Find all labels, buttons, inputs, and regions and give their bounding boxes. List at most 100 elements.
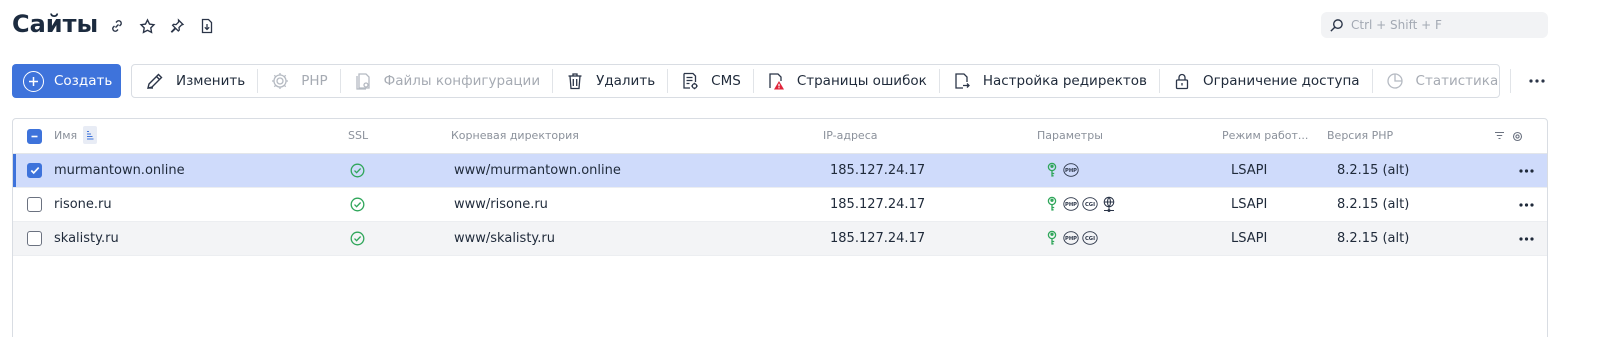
lock-icon [1171, 70, 1193, 92]
svg-text:CGI: CGI [1085, 236, 1095, 242]
redirects-label: Настройка редиректов [982, 73, 1147, 89]
root-directory: www/risone.ru [454, 197, 548, 212]
php-button[interactable]: PHP [257, 65, 339, 97]
table-row[interactable]: murmantown.online www/murmantown.online … [13, 154, 1547, 188]
star-icon[interactable] [136, 15, 158, 37]
php-icon: PHP [1063, 230, 1079, 246]
mode: LSAPI [1231, 163, 1268, 178]
php-version: 8.2.15 (alt) [1337, 231, 1410, 246]
mode: LSAPI [1231, 197, 1268, 212]
php-icon: PHP [1063, 196, 1079, 212]
row-checkbox[interactable] [27, 231, 42, 246]
column-mode[interactable]: Режим работ... [1222, 129, 1308, 142]
title-actions [106, 15, 218, 37]
create-button[interactable]: Создать [12, 64, 121, 98]
toolbar-more-button[interactable] [1510, 65, 1564, 97]
ssl-ok-icon [350, 197, 365, 212]
statistics-button[interactable]: Статистика [1371, 65, 1511, 97]
access-restriction-button[interactable]: Ограничение доступа [1158, 65, 1372, 97]
create-button-label: Создать [54, 73, 113, 89]
download-icon[interactable] [196, 15, 218, 37]
parameters: PHP CGI [1044, 196, 1117, 212]
filter-icon[interactable] [1493, 130, 1505, 142]
table-row[interactable]: skalisty.ru www/skalisty.ru 185.127.24.1… [13, 222, 1547, 256]
delete-button[interactable]: Удалить [552, 65, 667, 97]
redirects-button[interactable]: Настройка редиректов [938, 65, 1159, 97]
redirect-icon [951, 70, 973, 92]
search-box[interactable] [1321, 12, 1548, 38]
search-icon [1327, 16, 1345, 34]
statistics-label: Статистика [1415, 73, 1499, 89]
php-version: 8.2.15 (alt) [1337, 197, 1410, 212]
ssl-ok-icon [350, 231, 365, 246]
more-horizontal-icon [1526, 70, 1548, 92]
ssl-key-icon [1044, 162, 1060, 178]
column-php-version[interactable]: Версия PHP [1327, 129, 1393, 142]
ip-address: 185.127.24.17 [830, 163, 926, 178]
trash-icon [564, 70, 586, 92]
php-version: 8.2.15 (alt) [1337, 163, 1410, 178]
pin-icon[interactable] [166, 15, 188, 37]
ip-address: 185.127.24.17 [830, 231, 926, 246]
parameters: PHP CGI [1044, 230, 1098, 246]
config-files-icon [352, 70, 374, 92]
access-restriction-label: Ограничение доступа [1202, 73, 1360, 89]
toolbar: Изменить PHP Файлы конфигурации Удалить … [131, 64, 1545, 98]
sites-table: Имя SSL Корневая директория IP-адреса Па… [12, 118, 1548, 337]
network-icon [1101, 196, 1117, 212]
error-pages-icon [765, 70, 787, 92]
ssl-key-icon [1044, 196, 1060, 212]
root-directory: www/skalisty.ru [454, 231, 555, 246]
parameters: PHP [1044, 162, 1079, 178]
row-checkbox[interactable] [27, 163, 42, 178]
site-name[interactable]: skalisty.ru [54, 231, 119, 246]
table-header: Имя SSL Корневая директория IP-адреса Па… [13, 119, 1547, 154]
svg-text:PHP: PHP [1065, 236, 1077, 242]
cms-icon [679, 70, 701, 92]
ssl-ok-icon [350, 163, 365, 178]
column-ip-addresses[interactable]: IP-адреса [823, 129, 878, 142]
php-icon: PHP [1063, 162, 1079, 178]
page-title: Сайты [12, 10, 99, 38]
cms-label: CMS [711, 73, 741, 89]
config-files-label: Файлы конфигурации [383, 73, 541, 89]
column-parameters[interactable]: Параметры [1037, 129, 1103, 142]
php-label: PHP [301, 73, 328, 89]
sort-icon[interactable] [83, 126, 97, 144]
column-name[interactable]: Имя [54, 129, 77, 142]
pie-chart-icon [1384, 70, 1406, 92]
site-name[interactable]: risone.ru [54, 197, 112, 212]
gear-icon [269, 70, 291, 92]
header-tools [1493, 130, 1523, 142]
svg-text:PHP: PHP [1065, 202, 1077, 208]
search-input[interactable] [1351, 18, 1541, 32]
link-icon[interactable] [106, 15, 128, 37]
pencil-icon [144, 70, 166, 92]
edit-label: Изменить [176, 73, 246, 89]
error-pages-label: Страницы ошибок [796, 73, 927, 89]
svg-text:PHP: PHP [1065, 168, 1077, 174]
plus-icon [23, 70, 44, 92]
site-name[interactable]: murmantown.online [54, 163, 185, 178]
cms-button[interactable]: CMS [667, 65, 753, 97]
column-root-directory[interactable]: Корневая директория [451, 129, 579, 142]
cgi-icon: CGI [1082, 196, 1098, 212]
delete-label: Удалить [596, 73, 656, 89]
column-ssl[interactable]: SSL [348, 129, 368, 142]
table-row[interactable]: risone.ru www/risone.ru 185.127.24.17 PH… [13, 188, 1547, 222]
mode: LSAPI [1231, 231, 1268, 246]
row-more-icon[interactable] [1515, 196, 1537, 214]
cgi-icon: CGI [1082, 230, 1098, 246]
edit-button[interactable]: Изменить [132, 65, 257, 97]
svg-text:CGI: CGI [1085, 202, 1095, 208]
ip-address: 185.127.24.17 [830, 197, 926, 212]
ssl-key-icon [1044, 230, 1060, 246]
row-checkbox[interactable] [27, 197, 42, 212]
column-settings-icon[interactable] [1511, 130, 1523, 142]
error-pages-button[interactable]: Страницы ошибок [752, 65, 939, 97]
row-more-icon[interactable] [1515, 230, 1537, 248]
select-all-checkbox[interactable] [27, 129, 42, 144]
config-files-button[interactable]: Файлы конфигурации [339, 65, 552, 97]
row-more-icon[interactable] [1515, 162, 1537, 180]
root-directory: www/murmantown.online [454, 163, 621, 178]
